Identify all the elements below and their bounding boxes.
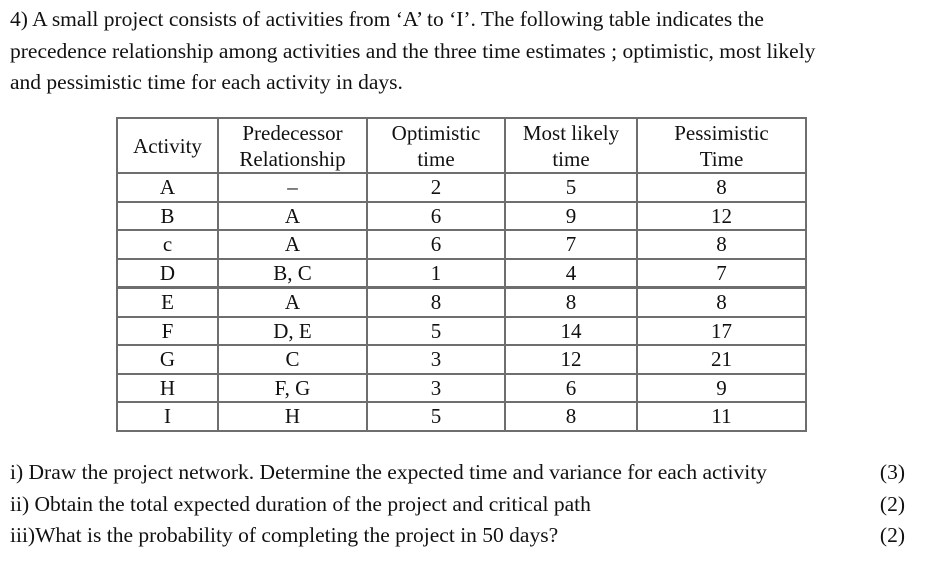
cell-optimistic: 5 [366,315,506,346]
cell-pessimistic: 11 [636,401,807,432]
table-row: cA678 [116,229,807,260]
cell-predecessor: D, E [217,315,368,346]
table-row: EA888 [116,286,807,318]
cell-optimistic: 2 [366,172,506,203]
header-most-likely: Most likely time [504,117,638,174]
sub-question-text: ii) Obtain the total expected duration o… [10,491,591,516]
cell-activity: c [116,229,219,260]
intro-line: precedence relationship among activities… [10,38,816,63]
cell-predecessor: C [217,344,368,375]
table-body: A –2 5 8 B A 6 9 12 c A 6 7 8 D B, C 1 4 7 E A 8 8 8 F D, E 5 14 17 G… [116,172,807,432]
cell-pessimistic: 8 [636,172,807,203]
cell-most-likely: 6 [504,372,638,403]
sub-question-marks: (2) [879,523,905,547]
intro-line: and pessimistic time for each activity i… [10,70,403,94]
cell-predecessor: H [217,401,368,432]
header-optimistic: Optimistic time [366,117,506,174]
cell-predecessor: B, C [217,257,368,289]
cell-most-likely: 4 [504,257,638,289]
cell-optimistic: 6 [366,229,506,260]
cell-activity: E [116,286,219,318]
table-row: B A 6 9 12 [116,200,807,231]
sub-question-text: i) Draw the project network. Determine t… [10,460,767,484]
cell-optimistic: 6 [366,200,506,231]
cell-most-likely: 12 [504,344,638,375]
cell-optimistic: 5 [366,401,506,432]
cell-most-likely: 5 [504,172,638,203]
table-row: F D, E 5 14 17 [116,315,807,346]
table-row: D B, C147 [116,257,807,289]
cell-pessimistic: 21 [636,344,807,375]
sub-question-marks: (2) [879,491,905,516]
sub-question: ii) Obtain the total expected duration o… [10,489,905,521]
cell-activity: H [116,372,219,403]
cell-predecessor: F, G [217,372,368,403]
sub-question: iii)What is the probability of completin… [10,520,905,552]
cell-activity: I [116,401,219,432]
cell-optimistic: 3 [366,344,506,375]
cell-pessimistic: 8 [636,229,807,260]
sub-question-text: iii)What is the probability of completin… [10,523,559,547]
intro-line: 4) A small project consists of activitie… [10,7,764,31]
cell-predecessor: A [217,200,368,231]
header-pessimistic: Pessimistic Time [636,117,807,174]
cell-pessimistic: 12 [636,200,807,231]
cell-predecessor: – [217,172,368,203]
table-header-row: Activity Predecessor Relationship Optimi… [116,117,807,174]
table-row: A –2 5 8 [116,172,807,203]
cell-optimistic: 3 [366,372,506,403]
cell-most-likely: 14 [504,315,638,346]
sub-question: i) Draw the project network. Determine t… [10,457,905,489]
cell-pessimistic: 9 [636,372,807,403]
table-row: H F, G369 [116,372,807,403]
cell-pessimistic: 7 [636,257,807,289]
cell-optimistic: 1 [366,257,506,289]
question-intro: 4) A small project consists of activitie… [10,4,930,99]
activity-table: Activity Predecessor Relationship Optimi… [116,117,807,432]
cell-predecessor: A [217,286,368,318]
cell-activity: F [116,315,219,346]
cell-activity: D [116,257,219,289]
cell-activity: B [116,200,219,231]
cell-optimistic: 8 [366,286,506,318]
cell-pessimistic: 17 [636,315,807,346]
cell-activity: G [116,344,219,375]
cell-pessimistic: 8 [636,286,807,318]
cell-most-likely: 9 [504,200,638,231]
sub-question-marks: (3) [879,460,905,484]
table-row: G C 3 12 21 [116,344,807,375]
cell-activity: A [116,172,219,203]
sub-questions: i) Draw the project network. Determine t… [10,457,905,552]
header-activity: Activity [116,117,219,174]
cell-most-likely: 7 [504,229,638,260]
cell-predecessor: A [217,229,368,260]
table-row: I H 5 8 11 [116,401,807,432]
cell-most-likely: 8 [504,401,638,432]
cell-most-likely: 8 [504,286,638,318]
header-predecessor: Predecessor Relationship [217,117,368,174]
